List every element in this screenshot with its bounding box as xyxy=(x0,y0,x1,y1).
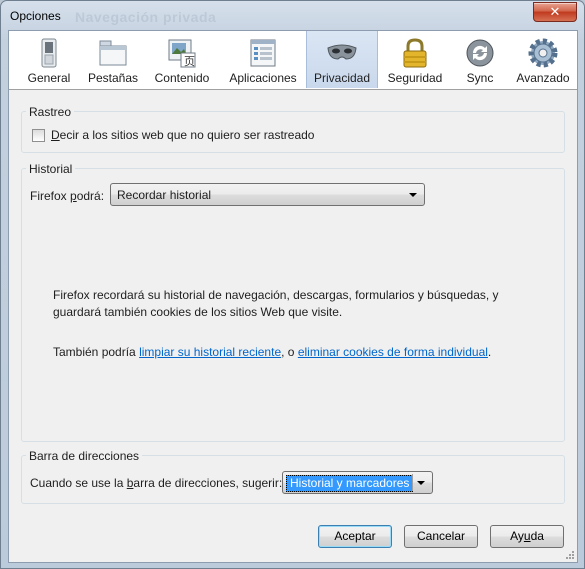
tabs-window-icon xyxy=(99,40,127,66)
history-mode-value: Recordar historial xyxy=(117,188,212,202)
location-bar-suggest-label: Cuando se use la barra de direcciones, s… xyxy=(30,476,283,490)
accept-button[interactable]: Aceptar xyxy=(318,525,392,548)
gear-icon xyxy=(528,38,558,68)
combo-separator xyxy=(412,474,413,491)
clear-recent-history-link[interactable]: limpiar su historial reciente xyxy=(139,345,281,359)
tab-label: Pestañas xyxy=(87,71,139,85)
history-mode-label: Firefox podrá: xyxy=(30,189,105,203)
do-not-track-label[interactable]: Decir a los sitios web que no quiero ser… xyxy=(51,128,314,142)
svg-text:页: 页 xyxy=(184,56,195,68)
tab-tabs[interactable]: Pestañas xyxy=(81,31,145,88)
label-text: ecir a los sitios web que no quiero ser … xyxy=(59,128,315,142)
cancel-button[interactable]: Cancelar xyxy=(404,525,478,548)
history-description-line2: guardará también cookies de los sitios W… xyxy=(53,305,343,319)
location-bar-suggest-select[interactable]: Historial y marcadores xyxy=(282,471,433,494)
close-icon: ✕ xyxy=(549,4,561,19)
tab-general[interactable]: General xyxy=(17,31,81,88)
window-title: Opciones xyxy=(10,9,61,23)
history-mode-select[interactable]: Recordar historial xyxy=(110,183,425,206)
tracking-group-title: Rastreo xyxy=(26,105,75,119)
tab-label: General xyxy=(27,71,71,85)
tab-label: Seguridad xyxy=(387,71,443,85)
dialog-client-area: General Pestañas 页 Contenido Aplicacione… xyxy=(8,30,578,563)
privacy-mask-icon xyxy=(327,44,357,60)
location-bar-group-title: Barra de direcciones xyxy=(26,449,143,463)
switch-icon xyxy=(41,38,57,68)
chevron-down-icon xyxy=(417,481,425,485)
tab-applications[interactable]: Aplicaciones xyxy=(223,31,303,88)
title-bar[interactable]: Opciones Navegación privada ✕ xyxy=(1,1,584,31)
history-description-line1: Firefox recordará su historial de navega… xyxy=(53,288,499,302)
tab-advanced[interactable]: Avanzado xyxy=(511,31,575,88)
do-not-track-checkbox[interactable] xyxy=(32,129,45,142)
background-window-title: Navegación privada xyxy=(75,9,217,25)
tab-privacy[interactable]: Privacidad xyxy=(306,31,378,88)
options-window: Opciones Navegación privada ✕ General Pe… xyxy=(0,0,585,569)
padlock-icon xyxy=(403,38,427,68)
applications-list-icon xyxy=(250,39,276,67)
tab-label: Privacidad xyxy=(313,71,371,85)
tab-content[interactable]: 页 Contenido xyxy=(147,31,217,88)
location-bar-suggest-value: Historial y marcadores xyxy=(286,475,414,492)
sync-icon xyxy=(466,39,494,67)
tab-sync[interactable]: Sync xyxy=(452,31,508,88)
resize-grip-icon[interactable] xyxy=(565,550,575,560)
tab-label: Sync xyxy=(466,71,494,85)
tab-label: Contenido xyxy=(154,71,210,85)
close-button[interactable]: ✕ xyxy=(533,2,577,22)
history-group-title: Historial xyxy=(26,162,76,176)
remove-individual-cookies-link[interactable]: eliminar cookies de forma individual xyxy=(298,345,488,359)
history-actions-sentence: También podría limpiar su historial reci… xyxy=(53,345,492,359)
tab-security[interactable]: Seguridad xyxy=(380,31,450,88)
tab-label: Aplicaciones xyxy=(229,71,297,85)
content-image-icon: 页 xyxy=(168,39,196,68)
tab-label: Avanzado xyxy=(516,71,570,85)
help-button[interactable]: Ayuda xyxy=(490,525,564,548)
chevron-down-icon xyxy=(409,193,417,197)
preferences-toolbar: General Pestañas 页 Contenido Aplicacione… xyxy=(9,31,577,90)
accesskey-letter: D xyxy=(51,128,60,142)
